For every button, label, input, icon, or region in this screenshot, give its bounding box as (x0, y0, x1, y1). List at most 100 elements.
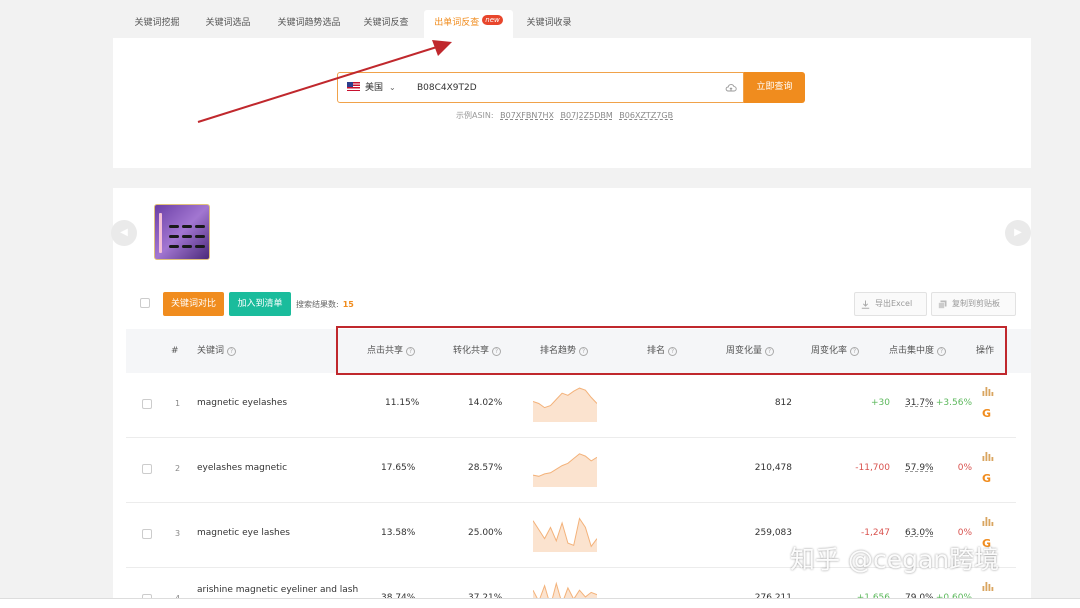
row-index: 1 (175, 399, 181, 408)
click-share-value: 13.58% (381, 528, 416, 538)
tab-label: 出单词反查 (434, 18, 480, 28)
bar-chart-icon[interactable] (982, 386, 994, 396)
search-box: 美国 ⌄ (337, 72, 744, 103)
help-icon[interactable]: ? (937, 347, 947, 356)
rank-value: 812 (774, 398, 792, 408)
chevron-down-icon: ⌄ (389, 83, 396, 92)
help-icon[interactable]: ? (406, 347, 416, 356)
row-index: 2 (175, 464, 181, 473)
tab-keyword-indexing[interactable]: 关键词收录 (519, 10, 579, 38)
col-index: # (171, 346, 179, 356)
keyword-compare-button[interactable]: 关键词对比 (163, 292, 224, 316)
country-select[interactable]: 美国 ⌄ (347, 73, 396, 102)
bar-chart-icon[interactable] (982, 516, 994, 526)
search-panel: 美国 ⌄ 立即查询 示例ASIN: B07XFBN7HX B07J2Z5DBM B… (113, 38, 1031, 168)
google-icon[interactable]: G (982, 473, 994, 485)
col-label: 周变化率 (811, 346, 848, 356)
example-asin-link[interactable]: B07XFBN7HX (500, 111, 554, 120)
copy-label: 复制到剪贴板 (952, 299, 1000, 308)
add-to-list-button[interactable]: 加入到清单 (229, 292, 291, 316)
download-icon (861, 300, 870, 309)
weekly-change-value: +30 (871, 398, 890, 408)
col-keyword[interactable]: 关键词? (197, 329, 237, 373)
rank-value: 210,478 (754, 463, 792, 473)
help-icon[interactable]: ? (765, 347, 775, 356)
copy-icon (938, 300, 947, 309)
col-label: 关键词 (197, 346, 225, 356)
export-label: 导出Excel (875, 299, 913, 308)
click-concentration-value: 31.7% (905, 398, 934, 408)
keyword-link[interactable]: eyelashes magnetic (197, 463, 287, 473)
col-label: 排名趋势 (540, 346, 577, 356)
row-checkbox[interactable] (142, 464, 152, 474)
prev-arrow-icon[interactable]: ◀ (111, 220, 137, 246)
table-row: 1 magnetic eyelashes 11.15% 14.02% 812 +… (126, 373, 1016, 438)
keyword-link[interactable]: arishine magnetic eyeliner and lash (197, 585, 358, 595)
rank-value: 259,083 (754, 528, 792, 538)
col-actions: 操作 (976, 346, 995, 356)
tab-keyword-product-selection[interactable]: 关键词选品 (193, 10, 263, 38)
bar-chart-icon[interactable] (982, 581, 994, 591)
us-flag-icon (347, 82, 360, 91)
tab-label: 关键词选品 (205, 18, 251, 28)
example-asin-link[interactable]: B06XZTZ7GB (619, 111, 673, 120)
help-icon[interactable]: ? (227, 347, 237, 356)
tab-keyword-reverse-lookup[interactable]: 关键词反查 (356, 10, 416, 38)
export-excel-button[interactable]: 导出Excel (854, 292, 927, 316)
row-checkbox[interactable] (142, 399, 152, 409)
conversion-share-value: 25.00% (468, 528, 503, 538)
tab-label: 关键词挖掘 (134, 18, 180, 28)
rank-trend-sparkline[interactable] (533, 514, 597, 552)
weekly-change-rate-value: 0% (957, 528, 972, 538)
tab-label: 关键词趋势选品 (277, 18, 341, 28)
click-concentration-value: 57.9% (905, 463, 934, 473)
col-label: 点击共享 (367, 346, 404, 356)
bar-chart-icon[interactable] (982, 451, 994, 461)
weekly-change-rate-value: +3.56% (935, 398, 972, 408)
col-click-concentration[interactable]: 点击集中度? (889, 329, 947, 373)
example-asin-link[interactable]: B07J2Z5DBM (561, 111, 613, 120)
keyword-link[interactable]: magnetic eye lashes (197, 528, 290, 538)
weekly-change-value: -1,247 (860, 528, 890, 538)
tab-keyword-mining[interactable]: 关键词挖掘 (123, 10, 191, 38)
conversion-share-value: 28.57% (468, 463, 503, 473)
row-checkbox[interactable] (142, 529, 152, 539)
example-label: 示例ASIN: (456, 111, 494, 120)
click-share-value: 17.65% (381, 463, 416, 473)
cloud-upload-icon[interactable] (725, 82, 737, 94)
click-concentration-value: 63.0% (905, 528, 934, 538)
keyword-link[interactable]: magnetic eyelashes (197, 398, 287, 408)
row-index: 3 (175, 529, 181, 538)
weekly-change-rate-value: 0% (957, 463, 972, 473)
tab-order-keyword-reverse-lookup[interactable]: 出单词反查 new (424, 10, 513, 38)
tab-bar: 关键词挖掘 关键词选品 关键词趋势选品 关键词反查 出单词反查 new 关键词收录 (113, 10, 1033, 38)
copy-to-clipboard-button[interactable]: 复制到剪贴板 (931, 292, 1016, 316)
result-count-label: 搜索结果数: (296, 300, 339, 309)
result-count-value: 15 (342, 300, 354, 309)
select-all-checkbox[interactable] (140, 298, 150, 308)
example-asins: 示例ASIN: B07XFBN7HX B07J2Z5DBM B06XZTZ7GB (456, 110, 673, 121)
col-rank-trend[interactable]: 排名趋势? (540, 329, 589, 373)
col-label: 转化共享 (453, 346, 490, 356)
col-label: 排名 (647, 346, 666, 356)
query-button[interactable]: 立即查询 (744, 72, 805, 103)
table-header: # 关键词? 点击共享? 转化共享? 排名趋势? 排名? 周变化量? 周变化率?… (126, 329, 1031, 373)
google-icon[interactable]: G (982, 408, 994, 420)
rank-trend-sparkline[interactable] (533, 384, 597, 422)
col-rank[interactable]: 排名? (647, 329, 678, 373)
watermark-text: 知乎 @cegan跨境 (790, 545, 1000, 574)
sparkline-area (533, 453, 597, 487)
help-icon[interactable]: ? (492, 347, 502, 356)
col-weekly-change-rate[interactable]: 周变化率? (811, 329, 860, 373)
help-icon[interactable]: ? (850, 347, 860, 356)
help-icon[interactable]: ? (579, 347, 589, 356)
col-weekly-change[interactable]: 周变化量? (726, 329, 775, 373)
col-conversion-share[interactable]: 转化共享? (453, 329, 502, 373)
col-click-share[interactable]: 点击共享? (367, 329, 416, 373)
rank-trend-sparkline[interactable] (533, 449, 597, 487)
help-icon[interactable]: ? (668, 347, 678, 356)
asin-input[interactable] (417, 78, 717, 97)
next-arrow-icon[interactable]: ▶ (1005, 220, 1031, 246)
col-label: 周变化量 (726, 346, 763, 356)
tab-keyword-trend-selection[interactable]: 关键词趋势选品 (265, 10, 353, 38)
